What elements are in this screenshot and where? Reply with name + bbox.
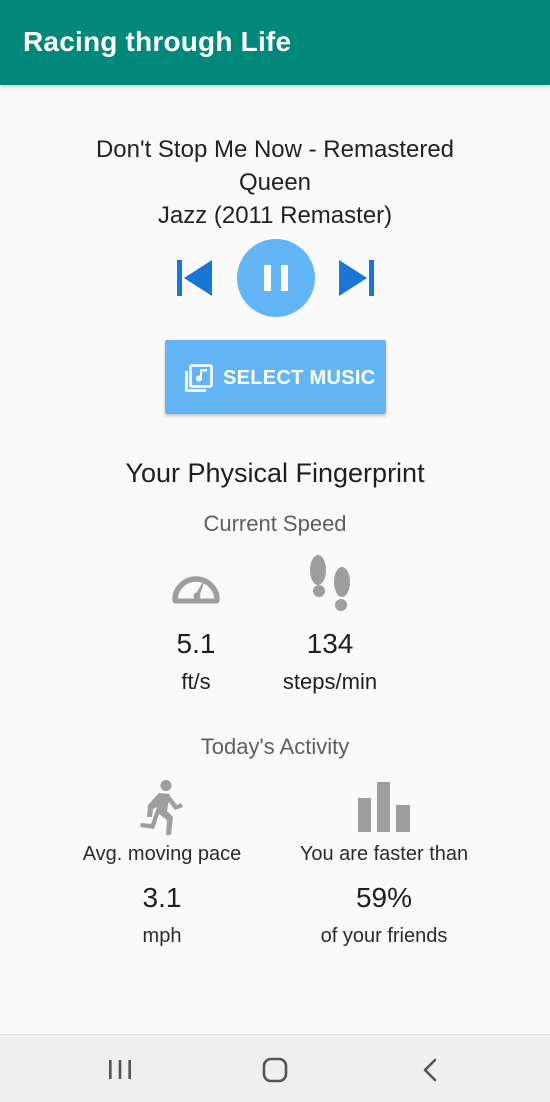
select-music-button[interactable]: SELECT MUSIC: [165, 340, 386, 414]
speedometer-icon: [172, 576, 220, 604]
pace-label: Avg. moving pace: [82, 843, 242, 865]
ranking-label: You are faster than: [299, 843, 469, 865]
footsteps-icon: [310, 555, 350, 611]
track-title: Don't Stop Me Now - Remastered: [95, 136, 455, 163]
home-button[interactable]: [255, 1055, 295, 1085]
todays-activity-heading: Today's Activity: [200, 734, 350, 759]
recents-icon: [109, 1060, 131, 1079]
back-icon: [423, 1058, 437, 1082]
track-album: Jazz (2011 Remaster): [157, 202, 393, 229]
speed-unit: ft/s: [181, 669, 211, 694]
select-music-label: SELECT MUSIC: [223, 367, 376, 389]
app-bar: Racing through Life: [0, 0, 550, 85]
speed-value: 5.1: [176, 628, 216, 659]
skip-next-icon: [339, 260, 374, 296]
pace-value: 3.1: [142, 882, 182, 913]
ranking-unit: of your friends: [320, 925, 448, 947]
library-music-icon: [185, 364, 213, 392]
app-title: Racing through Life: [23, 26, 292, 57]
cadence-value: 134: [306, 628, 354, 659]
bar-chart-icon: [358, 782, 410, 832]
system-nav-bar: [0, 1034, 550, 1102]
previous-track-button[interactable]: [172, 256, 216, 300]
next-track-button[interactable]: [335, 256, 379, 300]
current-speed-heading: Current Speed: [203, 511, 347, 536]
back-button[interactable]: [413, 1055, 449, 1085]
home-icon: [262, 1057, 288, 1083]
recents-button[interactable]: [100, 1055, 140, 1083]
skip-previous-icon: [177, 260, 212, 296]
ranking-value: 59%: [355, 882, 413, 913]
running-person-icon: [140, 780, 183, 835]
cadence-unit: steps/min: [282, 669, 378, 694]
track-artist: Queen: [238, 169, 312, 196]
fingerprint-heading: Your Physical Fingerprint: [125, 458, 425, 488]
pace-unit: mph: [142, 925, 182, 947]
pause-icon: [264, 265, 288, 291]
play-pause-button[interactable]: [237, 239, 315, 317]
